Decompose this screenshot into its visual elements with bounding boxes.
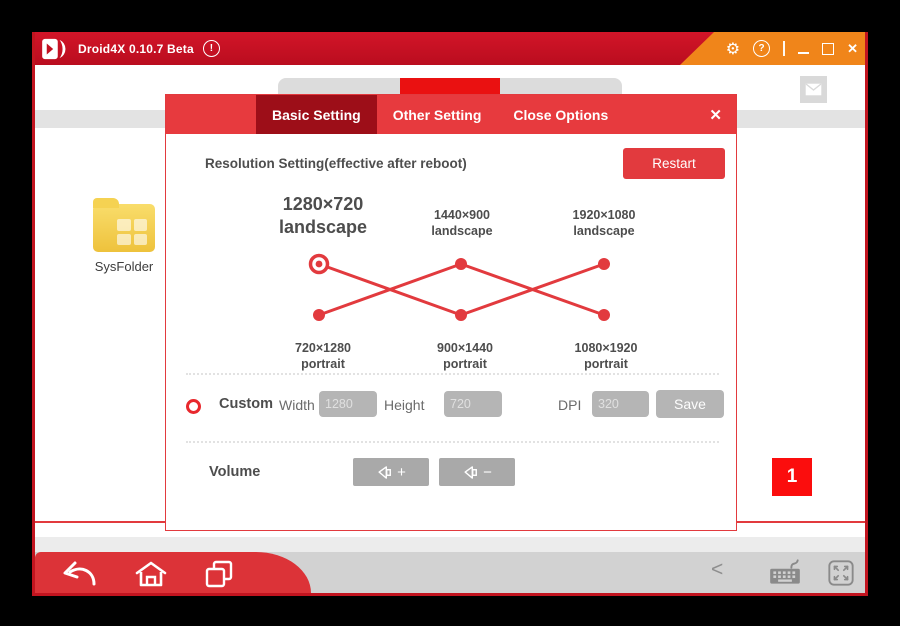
back-icon[interactable]: [57, 559, 101, 589]
minus-glyph: −: [483, 464, 492, 481]
home-tab-active-indicator: [400, 78, 500, 95]
speaker-icon: [462, 463, 481, 482]
info-icon[interactable]: !: [203, 40, 220, 57]
resolution-option-1440x900[interactable]: 1440×900 landscape: [431, 207, 492, 240]
notification-badge[interactable]: 1: [772, 458, 812, 496]
resolution-option-1920x1080[interactable]: 1920×1080 landscape: [573, 207, 636, 240]
width-label: Width: [279, 397, 315, 413]
titlebar-divider: [783, 41, 785, 56]
volume-up-button[interactable]: +: [353, 458, 429, 486]
custom-label: Custom: [219, 396, 273, 412]
lower-strip: [35, 537, 865, 552]
plus-glyph: +: [397, 464, 406, 481]
speaker-icon: [376, 463, 395, 482]
tab-basic-setting[interactable]: Basic Setting: [256, 95, 377, 134]
folder-label: SysFolder: [74, 259, 174, 274]
recent-apps-icon[interactable]: [203, 559, 235, 591]
dialog-close-icon[interactable]: ✕: [709, 95, 722, 134]
resolution-option-900x1440[interactable]: 900×1440 portrait: [437, 340, 493, 373]
settings-dialog: Basic Setting Other Setting Close Option…: [165, 94, 737, 531]
droid4x-logo-icon: [41, 38, 69, 60]
dotted-separator: [186, 441, 719, 443]
screen: SysFolder 1 Droid4X 0.10.7 Beta ! ⚙ ?: [0, 0, 900, 626]
resolution-section-title: Resolution Setting(effective after reboo…: [205, 156, 467, 171]
maximize-button[interactable]: [822, 43, 834, 55]
volume-down-button[interactable]: −: [439, 458, 515, 486]
mail-icon[interactable]: [800, 76, 827, 103]
dot-1920x1080[interactable]: [598, 258, 610, 270]
dpi-label: DPI: [558, 397, 581, 413]
home-icon[interactable]: [132, 559, 170, 589]
dot-720x1280[interactable]: [313, 309, 325, 321]
gear-icon[interactable]: ⚙: [726, 41, 740, 57]
window-border: [865, 32, 868, 596]
resolution-option-1080x1920[interactable]: 1080×1920 portrait: [575, 340, 638, 373]
window-border: [32, 32, 35, 596]
custom-radio[interactable]: [186, 399, 201, 414]
sysfolder-shortcut[interactable]: SysFolder: [74, 198, 174, 274]
dpi-input[interactable]: [592, 391, 649, 417]
dialog-body: Resolution Setting(effective after reboo…: [166, 134, 736, 530]
dot-900x1440[interactable]: [455, 309, 467, 321]
resolution-option-720x1280[interactable]: 720×1280 portrait: [295, 340, 351, 373]
height-label: Height: [384, 397, 424, 413]
fullscreen-icon[interactable]: [827, 559, 855, 587]
tab-close-options[interactable]: Close Options: [497, 95, 624, 134]
dotted-separator: [186, 373, 719, 375]
height-input[interactable]: [444, 391, 502, 417]
app-window: SysFolder 1 Droid4X 0.10.7 Beta ! ⚙ ?: [32, 32, 868, 596]
window-title: Droid4X 0.10.7 Beta: [78, 42, 194, 56]
minimize-button[interactable]: [798, 52, 809, 54]
collapse-chevron-icon[interactable]: <: [711, 558, 723, 582]
dialog-tab-bar: Basic Setting Other Setting Close Option…: [166, 95, 736, 134]
dot-1440x900[interactable]: [455, 258, 467, 270]
bottom-bar: <: [35, 552, 865, 593]
save-button[interactable]: Save: [656, 390, 724, 418]
folder-grid-decor: [117, 219, 147, 245]
volume-label: Volume: [209, 464, 260, 480]
home-tab-strip: [278, 78, 622, 95]
restart-button[interactable]: Restart: [623, 148, 725, 179]
dot-1080x1920[interactable]: [598, 309, 610, 321]
tab-other-setting[interactable]: Other Setting: [377, 95, 498, 134]
help-icon[interactable]: ?: [753, 40, 770, 57]
folder-icon: [93, 204, 155, 252]
close-button[interactable]: ✕: [847, 42, 858, 55]
titlebar: Droid4X 0.10.7 Beta ! ⚙ ? ✕: [32, 32, 868, 65]
resolution-option-1280x720[interactable]: 1280×720 landscape: [279, 193, 367, 238]
width-input[interactable]: [319, 391, 377, 417]
window-border: [32, 593, 868, 596]
keyboard-icon[interactable]: [767, 558, 803, 588]
envelope-icon: [805, 83, 822, 96]
dot-1280x720-center: [316, 261, 323, 268]
